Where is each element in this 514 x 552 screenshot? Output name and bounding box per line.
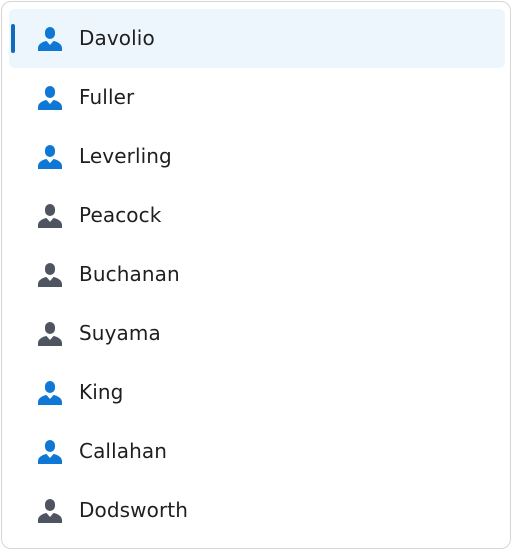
list-item-label: Peacock — [79, 203, 162, 227]
person-icon — [38, 145, 62, 169]
person-icon — [38, 263, 62, 287]
employee-list: Davolio Fuller Leverling Peacock Buchana… — [1, 1, 511, 549]
list-item[interactable]: Callahan — [9, 422, 505, 481]
list-item-label: Dodsworth — [79, 498, 188, 522]
person-icon — [38, 204, 62, 228]
person-icon — [38, 86, 62, 110]
list-item-label: King — [79, 380, 124, 404]
list-item-label: Fuller — [79, 85, 135, 109]
list-items: Davolio Fuller Leverling Peacock Buchana… — [9, 9, 505, 540]
person-icon — [38, 440, 62, 464]
list-item[interactable]: Suyama — [9, 304, 505, 363]
list-item[interactable]: Peacock — [9, 186, 505, 245]
list-item[interactable]: Fuller — [9, 68, 505, 127]
person-icon — [38, 322, 62, 346]
list-item-label: Buchanan — [79, 262, 180, 286]
selection-indicator — [11, 24, 15, 53]
list-item-label: Leverling — [79, 144, 172, 168]
person-icon — [38, 499, 62, 523]
list-item[interactable]: King — [9, 363, 505, 422]
list-item[interactable]: Davolio — [9, 9, 505, 68]
list-item[interactable]: Buchanan — [9, 245, 505, 304]
list-item-label: Davolio — [79, 26, 155, 50]
list-item-label: Callahan — [79, 439, 167, 463]
list-item-label: Suyama — [79, 321, 161, 345]
person-icon — [38, 27, 62, 51]
list-item[interactable]: Leverling — [9, 127, 505, 186]
list-item[interactable]: Dodsworth — [9, 481, 505, 540]
person-icon — [38, 381, 62, 405]
